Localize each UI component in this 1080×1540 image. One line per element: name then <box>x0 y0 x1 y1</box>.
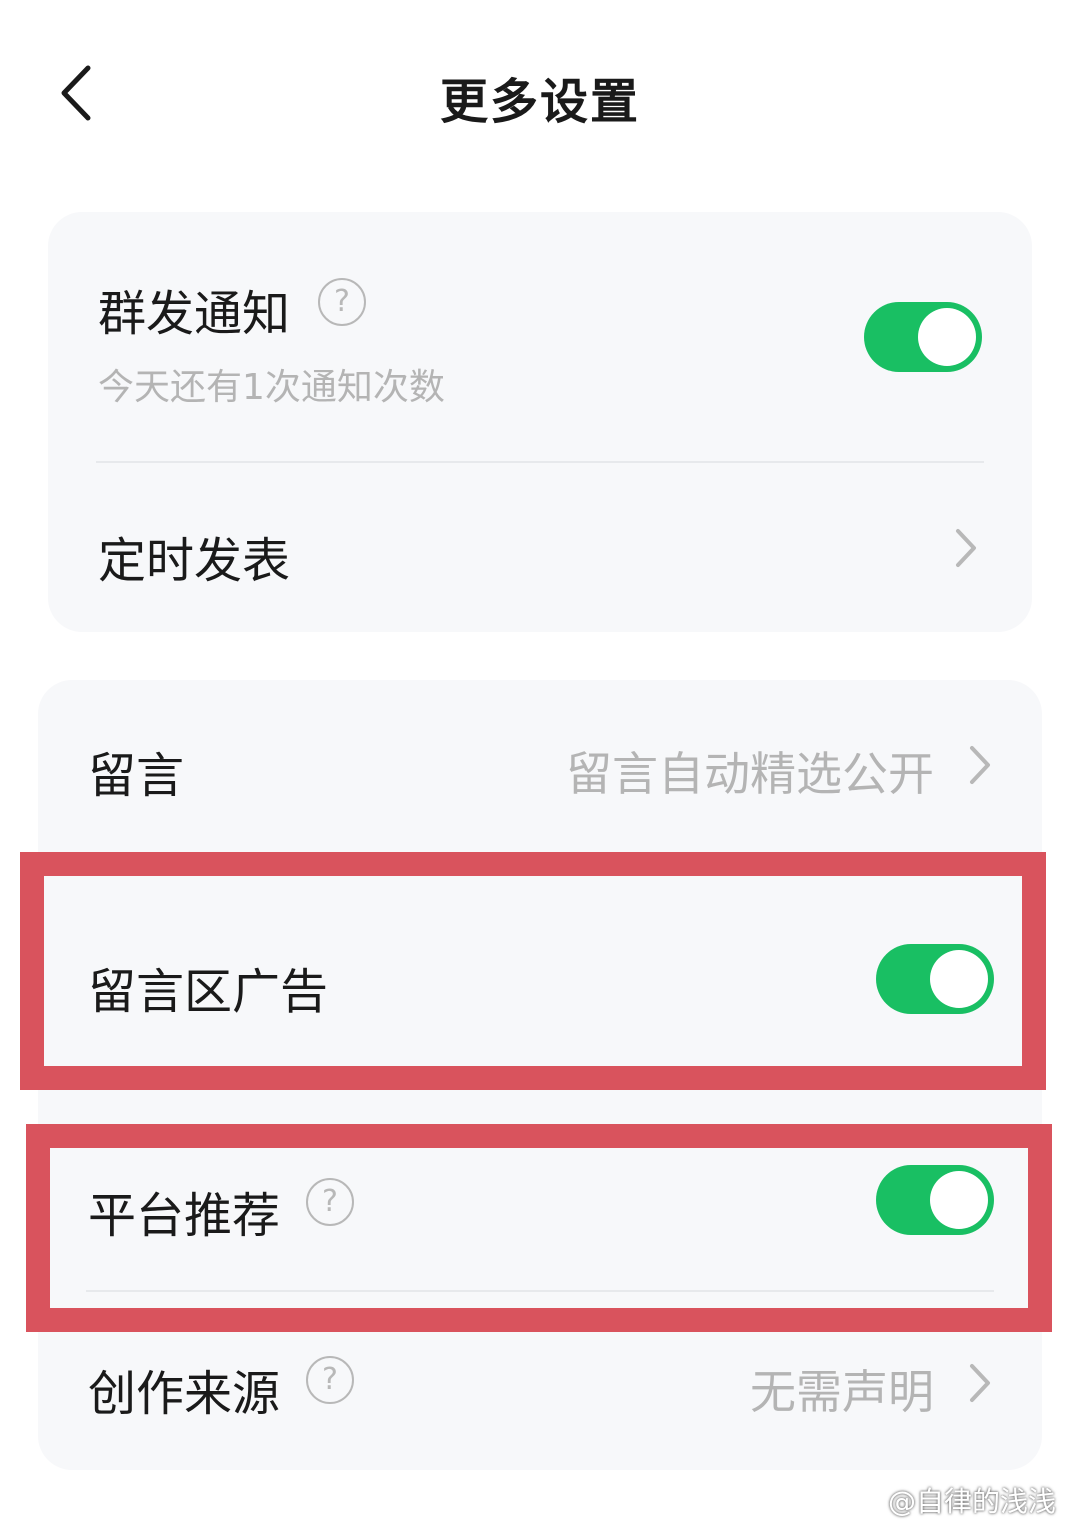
mass-notify-subtitle: 今天还有1次通知次数 <box>98 367 445 408</box>
creation-source-row[interactable]: 创作来源 ? 无需声明 <box>38 1292 1042 1470</box>
settings-card-notifications: 群发通知 ? 今天还有1次通知次数 定时发表 <box>48 212 1032 632</box>
comments-row[interactable]: 留言 留言自动精选公开 <box>38 680 1042 850</box>
mass-notify-toggle[interactable] <box>864 302 982 372</box>
toggle-knob <box>918 308 976 366</box>
platform-recommend-row: 平台推荐 ? <box>38 1140 1042 1290</box>
header-bar: 更多设置 <box>0 0 1080 190</box>
mass-notify-row: 群发通知 ? 今天还有1次通知次数 <box>48 212 1032 462</box>
creation-source-value: 无需声明 <box>750 1365 934 1419</box>
help-icon[interactable]: ? <box>318 278 366 326</box>
comments-label: 留言 <box>88 748 185 804</box>
platform-recommend-label: 平台推荐 <box>88 1188 281 1244</box>
toggle-knob <box>930 950 988 1008</box>
chevron-right-icon <box>956 529 976 567</box>
chevron-right-icon <box>970 746 990 784</box>
comment-ads-toggle[interactable] <box>876 944 994 1014</box>
toggle-knob <box>930 1171 988 1229</box>
platform-recommend-toggle[interactable] <box>876 1165 994 1235</box>
comments-value: 留言自动精选公开 <box>566 747 934 801</box>
help-icon[interactable]: ? <box>306 1178 354 1226</box>
mass-notify-label: 群发通知 <box>98 286 291 342</box>
settings-card-comments: 留言 留言自动精选公开 留言区广告 平台推荐 ? 创作来源 ? 无需声明 <box>38 680 1042 1470</box>
scheduled-post-label: 定时发表 <box>98 533 291 589</box>
creation-source-label: 创作来源 <box>88 1366 281 1422</box>
watermark: @自律的浅浅 <box>887 1485 1056 1518</box>
chevron-right-icon <box>970 1364 990 1402</box>
comment-ads-label: 留言区广告 <box>88 964 329 1020</box>
page-title: 更多设置 <box>439 74 640 130</box>
comment-ads-row: 留言区广告 <box>38 876 1042 1086</box>
scheduled-post-row[interactable]: 定时发表 <box>48 463 1032 632</box>
help-icon[interactable]: ? <box>306 1356 354 1404</box>
